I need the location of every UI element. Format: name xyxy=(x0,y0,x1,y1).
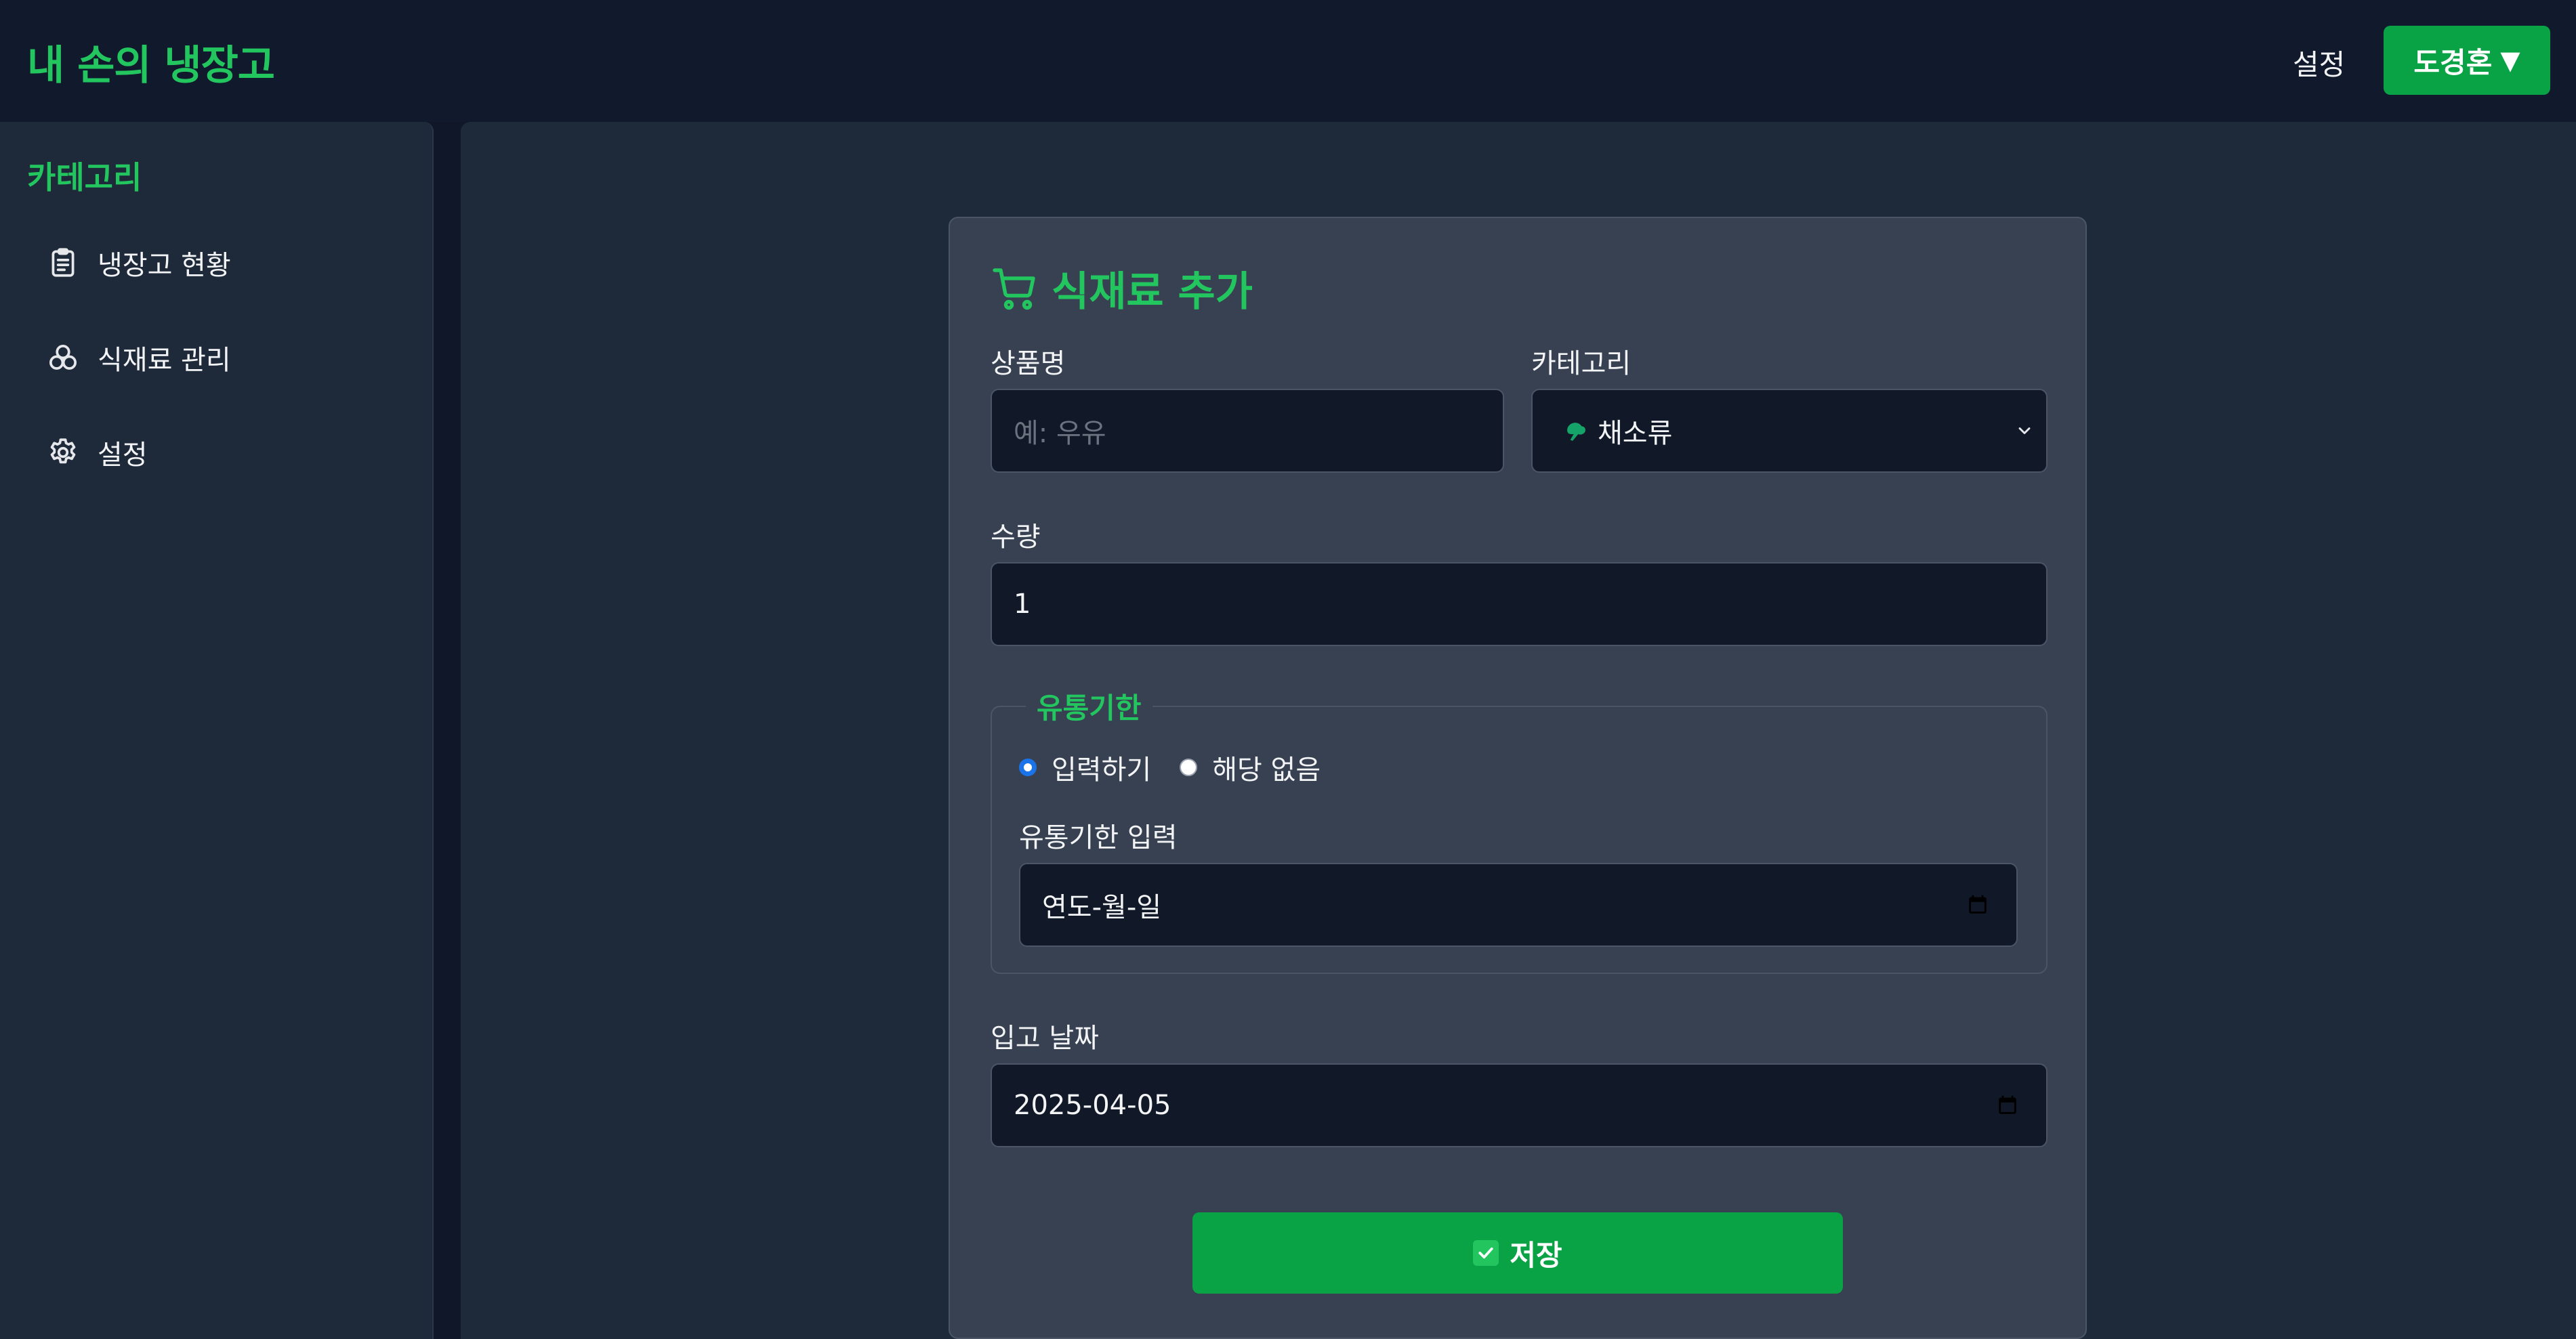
expiry-legend: 유통기한 xyxy=(1026,685,1152,727)
sidebar-item-ingredients[interactable]: 식재료 관리 xyxy=(46,334,231,381)
main-content: 식재료 추가 상품명 예: 우유 카테고리 채소류 수량 1 유통기한 입력하기… xyxy=(461,122,2576,1339)
quantity-input[interactable]: 1 xyxy=(991,562,2048,646)
category-selected-value: 채소류 xyxy=(1598,418,1673,449)
sidebar-item-label: 설정 xyxy=(98,440,148,471)
expiry-option-none[interactable]: 해당 없음 xyxy=(1180,748,1321,787)
form-title: 식재료 추가 xyxy=(991,259,1253,318)
expiry-option-enter-label: 입력하기 xyxy=(1052,754,1152,786)
form-title-text: 식재료 추가 xyxy=(1052,268,1253,316)
product-name-input[interactable]: 예: 우유 xyxy=(991,389,1504,473)
category-select[interactable]: 채소류 xyxy=(1531,389,2048,473)
sidebar-item-label: 식재료 관리 xyxy=(98,345,231,376)
top-header: 내 손의 냉장고 설정 도경혼 ▼ xyxy=(0,0,2576,122)
app-title: 내 손의 냉장고 xyxy=(27,42,275,89)
expiry-options: 입력하기 해당 없음 xyxy=(1019,748,1321,787)
save-button-label: 저장 xyxy=(1510,1238,1562,1272)
received-date-value: 2025-04-05 xyxy=(1014,1090,1171,1121)
clipboard-icon xyxy=(51,248,75,277)
sidebar-item-fridge-status[interactable]: 냉장고 현황 xyxy=(46,239,231,286)
check-icon xyxy=(1473,1240,1499,1266)
expiry-date-input[interactable]: 연도-월-일 xyxy=(1019,863,2018,947)
user-menu-button[interactable]: 도경혼 ▼ xyxy=(2384,26,2550,95)
expiry-input-label: 유통기한 입력 xyxy=(1019,822,1178,853)
calendar-icon[interactable] xyxy=(1996,1094,2019,1117)
quantity-value: 1 xyxy=(1014,589,1031,620)
category-label: 카테고리 xyxy=(1531,348,1632,379)
expiry-date-value: 연도-월-일 xyxy=(1042,892,1162,923)
header-settings-link[interactable]: 설정 xyxy=(2293,42,2345,83)
sidebar: 카테고리 냉장고 현황 식재료 관리 설정 xyxy=(0,122,434,1339)
ingredients-icon xyxy=(49,345,77,370)
quantity-label: 수량 xyxy=(991,522,1041,553)
gear-icon xyxy=(50,438,76,464)
add-ingredient-form: 식재료 추가 상품명 예: 우유 카테고리 채소류 수량 1 유통기한 입력하기… xyxy=(949,217,2087,1339)
radio-checked-icon[interactable] xyxy=(1019,759,1037,776)
received-date-label: 입고 날짜 xyxy=(991,1023,1099,1054)
expiry-fieldset: 유통기한 입력하기 해당 없음 유통기한 입력 연도-월-일 xyxy=(991,685,2048,974)
sidebar-title: 카테고리 xyxy=(27,159,142,196)
expiry-option-none-label: 해당 없음 xyxy=(1212,754,1321,786)
calendar-icon[interactable] xyxy=(1966,893,1989,916)
save-button[interactable]: 저장 xyxy=(1192,1212,1843,1294)
product-name-label: 상품명 xyxy=(991,348,1066,379)
expiry-option-enter[interactable]: 입력하기 xyxy=(1019,748,1151,787)
vegetable-icon xyxy=(1567,423,1585,441)
cart-icon xyxy=(993,268,1035,310)
caret-down-icon: ▼ xyxy=(2500,45,2520,75)
radio-unchecked-icon[interactable] xyxy=(1180,759,1198,776)
received-date-input[interactable]: 2025-04-05 xyxy=(991,1063,2048,1147)
sidebar-item-label: 냉장고 현황 xyxy=(98,250,231,281)
chevron-down-icon xyxy=(2018,427,2031,434)
product-name-placeholder: 예: 우유 xyxy=(1014,418,1106,449)
sidebar-item-settings[interactable]: 설정 xyxy=(46,429,148,476)
user-name: 도경혼 xyxy=(2413,45,2493,79)
